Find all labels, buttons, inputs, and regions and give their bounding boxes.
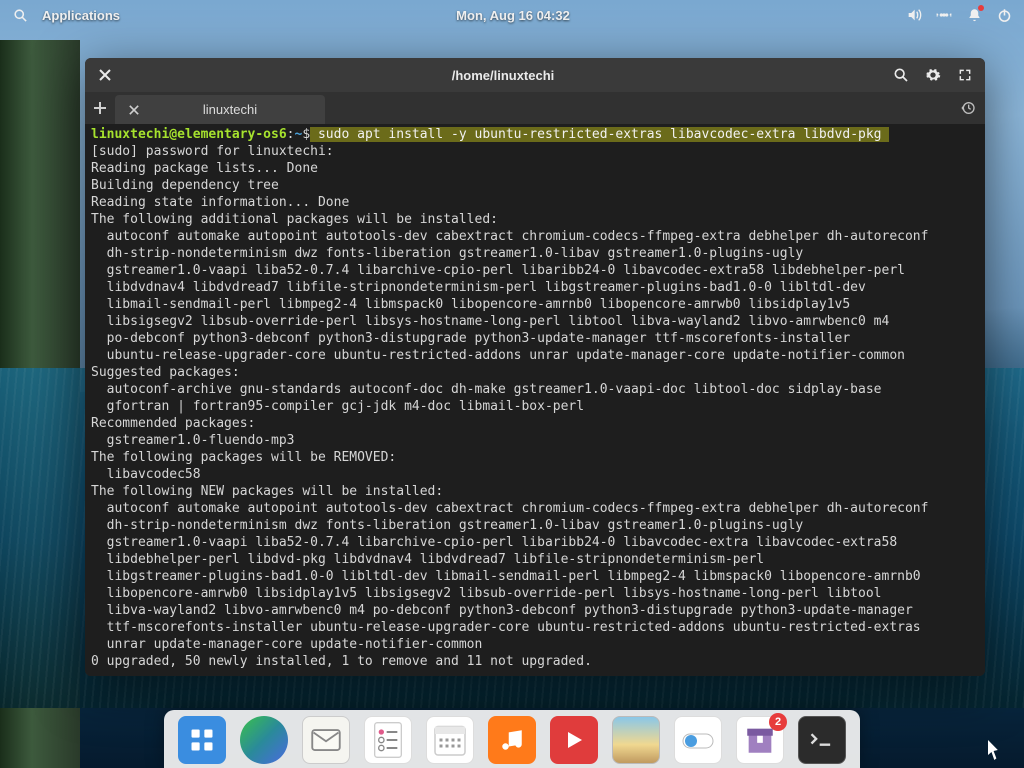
terminal-output[interactable]: linuxtechi@elementary-os6:~$ sudo apt in… [85, 124, 985, 676]
close-icon[interactable] [93, 63, 117, 87]
tab-close-icon[interactable] [129, 105, 139, 115]
tab-bar: linuxtechi [85, 92, 985, 124]
gear-icon[interactable] [921, 63, 945, 87]
notifications-icon[interactable] [966, 7, 982, 23]
top-panel: Applications Mon, Aug 16 04:32 [0, 0, 1024, 30]
dock-web-browser[interactable] [240, 716, 288, 764]
dock-terminal[interactable] [798, 716, 846, 764]
maximize-icon[interactable] [953, 63, 977, 87]
search-icon[interactable] [12, 7, 28, 23]
prompt-user-host: linuxtechi@elementary-os6 [91, 127, 287, 142]
volume-icon[interactable] [906, 7, 922, 23]
search-in-terminal-icon[interactable] [889, 63, 913, 87]
tab-label: linuxtechi [149, 102, 311, 117]
dock-switchboard[interactable] [674, 716, 722, 764]
applications-menu[interactable]: Applications [42, 8, 120, 23]
dock-videos[interactable] [550, 716, 598, 764]
dock: 2 [164, 710, 860, 768]
dock-tasks[interactable] [364, 716, 412, 764]
power-icon[interactable] [996, 7, 1012, 23]
network-icon[interactable] [936, 7, 952, 23]
new-tab-button[interactable] [85, 92, 115, 124]
prompt-command: sudo apt install -y ubuntu-restricted-ex… [310, 127, 889, 142]
dock-mail[interactable] [302, 716, 350, 764]
terminal-tab[interactable]: linuxtechi [115, 95, 325, 124]
terminal-lines: [sudo] password for linuxtechi: Reading … [91, 144, 928, 669]
terminal-window: /home/linuxtechi linuxtechi linuxtech [85, 58, 985, 676]
dock-badge: 2 [769, 713, 787, 731]
window-title: /home/linuxtechi [117, 68, 889, 83]
dock-photos[interactable] [612, 716, 660, 764]
dock-music[interactable] [488, 716, 536, 764]
panel-datetime[interactable]: Mon, Aug 16 04:32 [120, 8, 906, 23]
tab-history-icon[interactable] [951, 92, 985, 124]
dock-appcenter[interactable]: 2 [736, 716, 784, 764]
dock-calendar[interactable] [426, 716, 474, 764]
dock-multitasking[interactable] [178, 716, 226, 764]
window-titlebar[interactable]: /home/linuxtechi [85, 58, 985, 92]
